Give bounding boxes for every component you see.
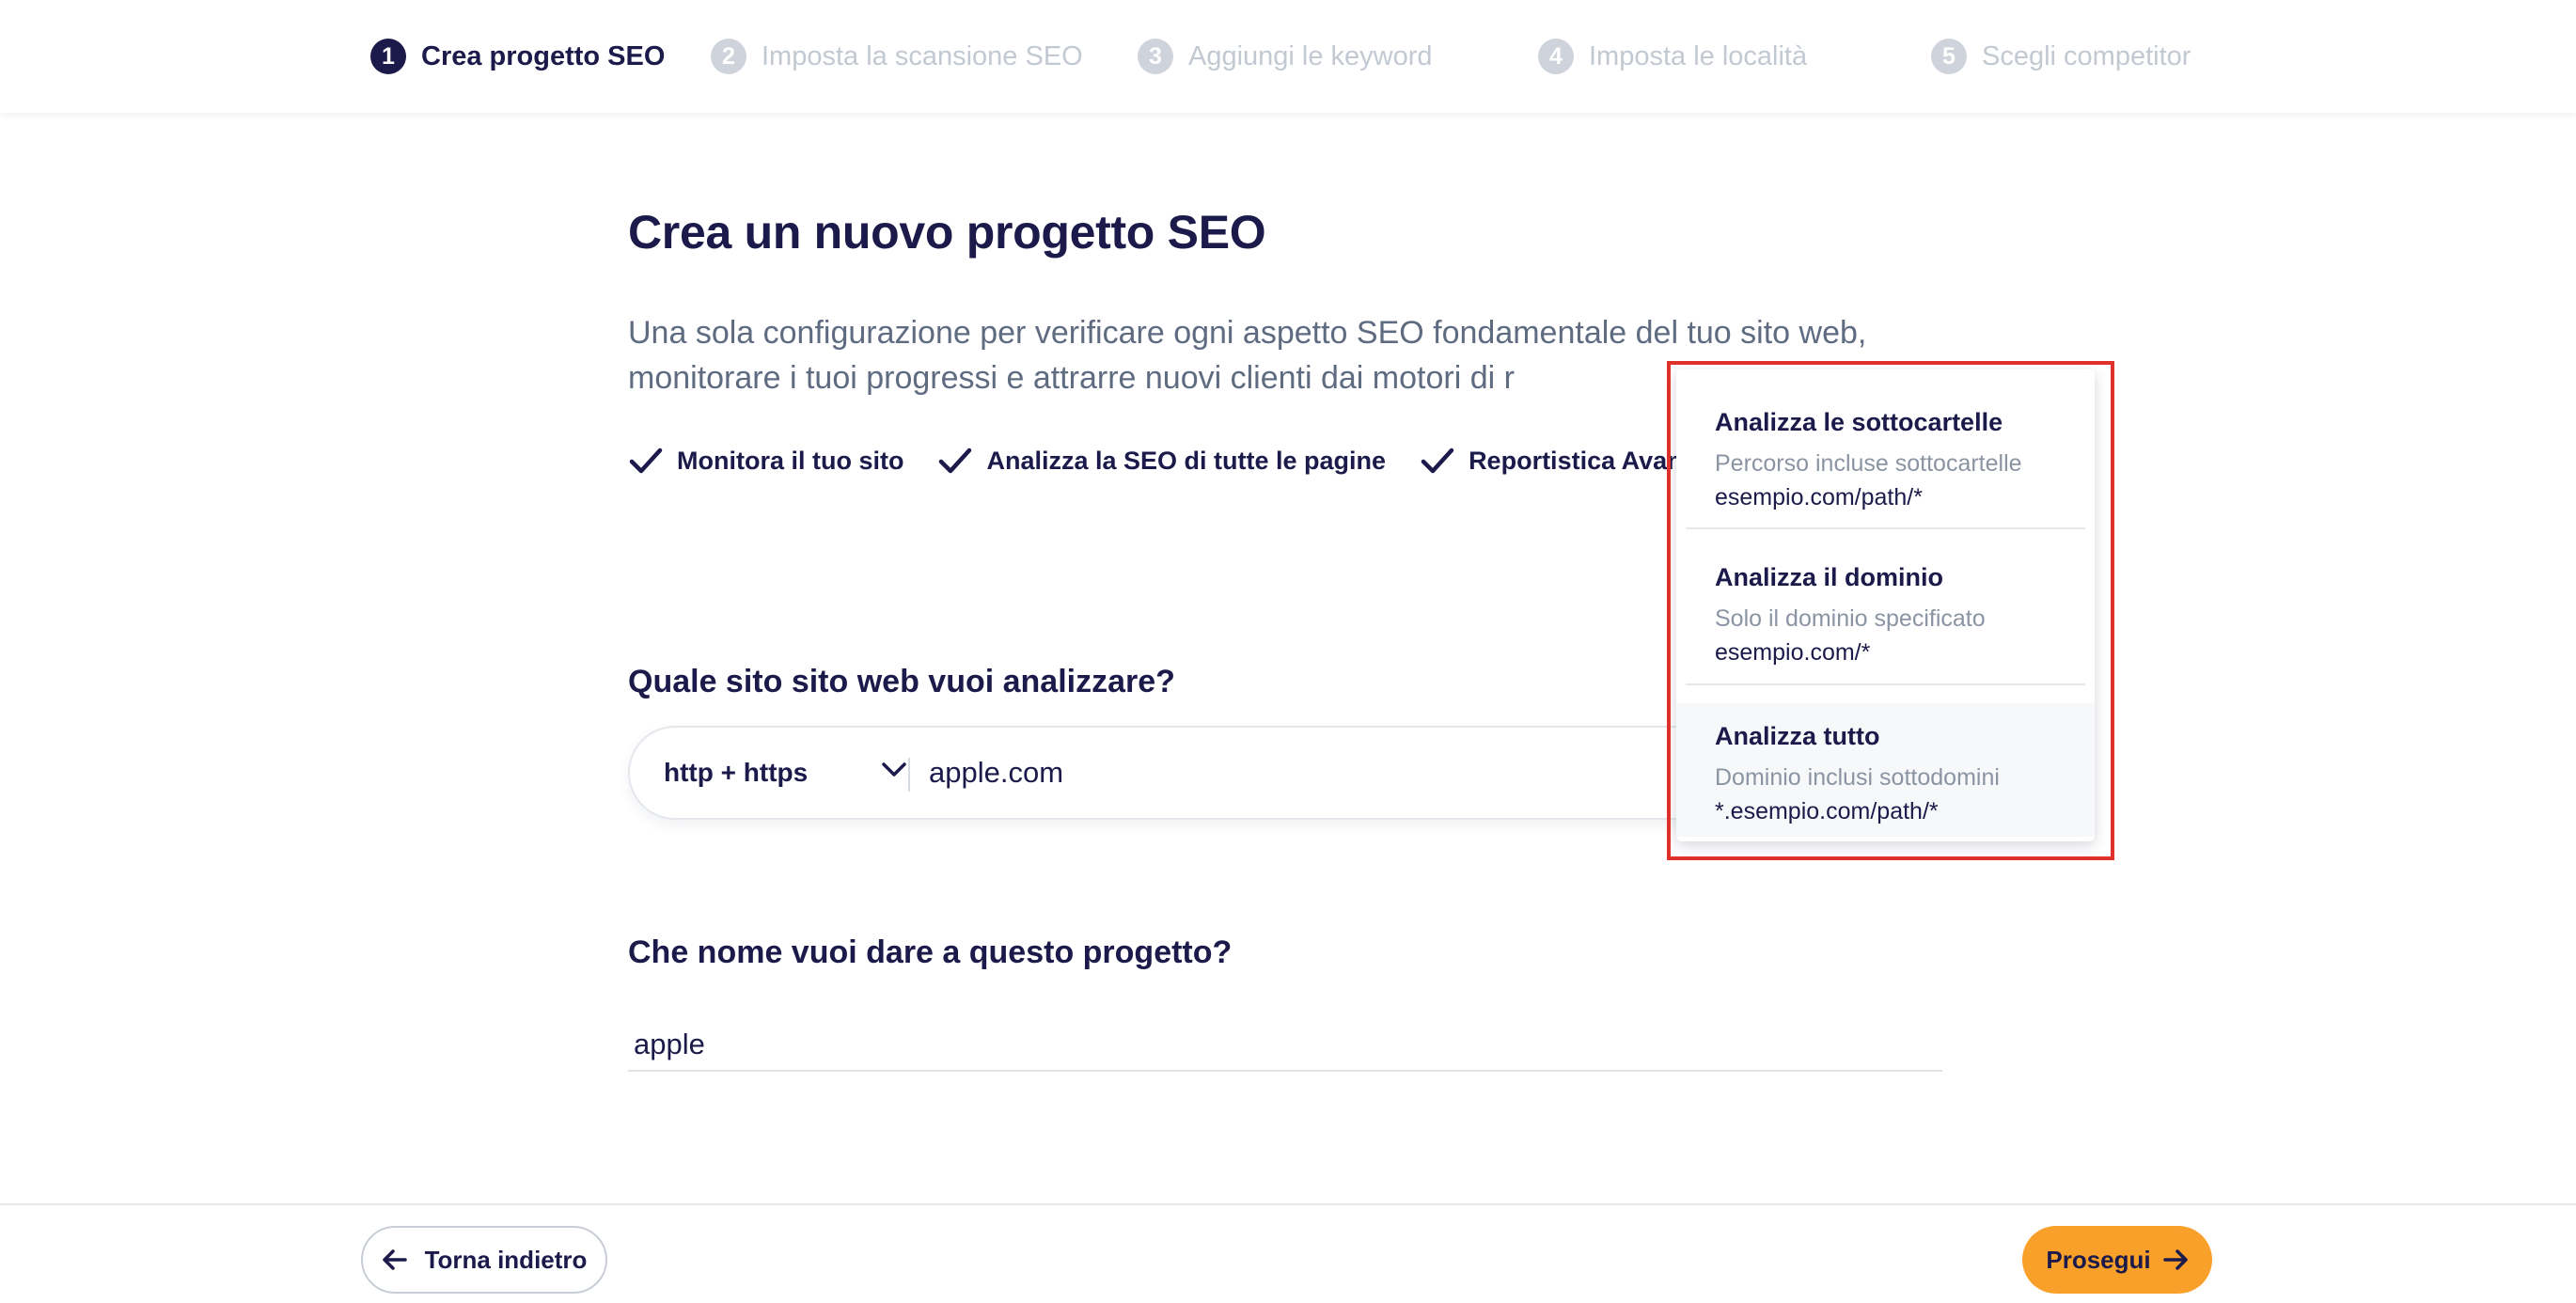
step-label-1: Crea progetto SEO [421, 40, 666, 71]
step-label-4: Imposta le località [1589, 40, 1808, 71]
step-1[interactable]: 1 Crea progetto SEO [370, 36, 665, 77]
step-label-2: Imposta la scansione SEO [762, 40, 1083, 71]
progress-stepper: 1 Crea progetto SEO 2 Imposta la scansio… [0, 0, 2576, 113]
check-icon [629, 447, 663, 474]
feature-item: Analizza la SEO di tutte le pagine [937, 446, 1386, 476]
feature-list: Monitora il tuo sito Analizza la SEO di … [628, 446, 1766, 476]
project-name-input[interactable]: apple [628, 1021, 1942, 1072]
url-divider [908, 758, 910, 792]
next-button[interactable]: Prosegui [2022, 1226, 2212, 1294]
arrow-left-icon [382, 1249, 407, 1270]
page-title: Crea un nuovo progetto SEO [628, 206, 1266, 259]
project-name-question-label: Che nome vuoi dare a questo progetto? [628, 934, 1233, 970]
footer-bar: Torna indietro Prosegui [0, 1203, 2576, 1303]
step-label-3: Aggiungi le keyword [1188, 40, 1433, 71]
site-question-label: Quale sito sito web vuoi analizzare? [628, 664, 1175, 699]
protocol-select[interactable]: http + https [664, 728, 906, 818]
step-2[interactable]: 2 Imposta la scansione SEO [711, 36, 1083, 77]
chevron-down-icon[interactable] [880, 760, 908, 780]
step-3[interactable]: 3 Aggiungi le keyword [1138, 36, 1433, 77]
back-button-label: Torna indietro [424, 1245, 588, 1274]
step-number-5: 5 [1931, 39, 1967, 74]
check-icon [1421, 447, 1454, 474]
check-icon [939, 447, 972, 474]
url-input[interactable]: apple.com [929, 748, 1512, 797]
step-number-2: 2 [711, 39, 746, 74]
feature-label: Analizza la SEO di tutte le pagine [986, 446, 1387, 475]
step-5[interactable]: 5 Scegli competitor [1931, 36, 2191, 77]
step-number-1: 1 [370, 39, 406, 74]
feature-item: Monitora il tuo sito [628, 446, 903, 476]
step-number-3: 3 [1138, 39, 1173, 74]
step-label-5: Scegli competitor [1982, 40, 2191, 71]
next-button-label: Prosegui [2046, 1245, 2151, 1274]
step-4[interactable]: 4 Imposta le località [1538, 36, 1807, 77]
feature-label: Monitora il tuo sito [677, 446, 904, 475]
arrow-right-icon [2162, 1249, 2188, 1270]
dropdown-highlight-box [1667, 361, 2114, 860]
step-number-4: 4 [1538, 39, 1574, 74]
protocol-selected-value: http + https [664, 758, 809, 787]
back-button[interactable]: Torna indietro [361, 1226, 607, 1294]
